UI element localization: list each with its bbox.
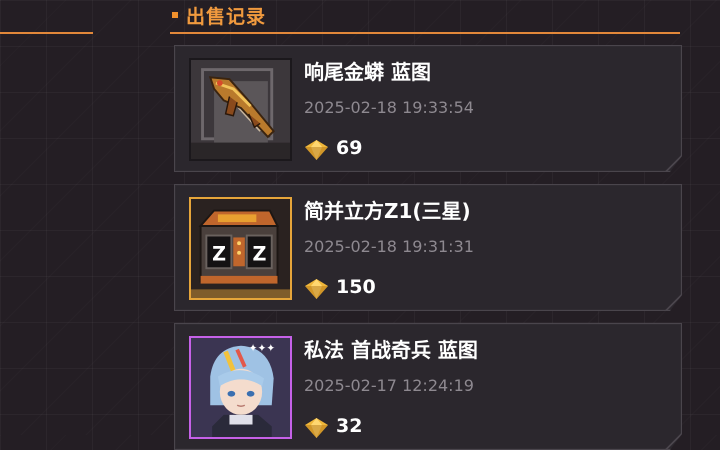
price-value: 32 (336, 415, 363, 437)
item-name: 私法 首战奇兵 蓝图 (304, 338, 478, 362)
price-value: 69 (336, 137, 363, 159)
item-name: 响尾金蟒 蓝图 (304, 60, 431, 84)
item-name: 简并立方Z1(三星) (304, 199, 471, 223)
svg-text:Z: Z (253, 243, 267, 266)
sale-record-card[interactable]: ✦✦✦ 私法 首战奇兵 蓝图 2025-02-17 12:24:19 32 (174, 323, 682, 450)
svg-text:Z: Z (212, 243, 226, 266)
section-marker (172, 12, 178, 18)
svg-text:✦✦✦: ✦✦✦ (249, 342, 276, 354)
gem-icon (304, 139, 329, 161)
sale-timestamp: 2025-02-18 19:33:54 (304, 98, 474, 117)
character-portrait-icon: ✦✦✦ (189, 336, 292, 439)
sale-timestamp: 2025-02-18 19:31:31 (304, 237, 474, 256)
weapon-blueprint-icon (189, 58, 292, 161)
sale-record-card[interactable]: Z Z 简并立方Z1(三星) 2025-02-18 19:31:31 150 (174, 184, 682, 311)
section-header: 出售记录 (170, 0, 680, 34)
cube-crate-icon: Z Z (189, 197, 292, 300)
price-value: 150 (336, 276, 376, 298)
sale-record-card[interactable]: 响尾金蟒 蓝图 2025-02-18 19:33:54 69 (174, 45, 682, 172)
section-divider (170, 32, 680, 34)
section-title: 出售记录 (186, 6, 267, 28)
sale-timestamp: 2025-02-17 12:24:19 (304, 376, 474, 395)
gem-icon (304, 417, 329, 439)
gem-icon (304, 278, 329, 300)
left-divider (0, 32, 93, 34)
